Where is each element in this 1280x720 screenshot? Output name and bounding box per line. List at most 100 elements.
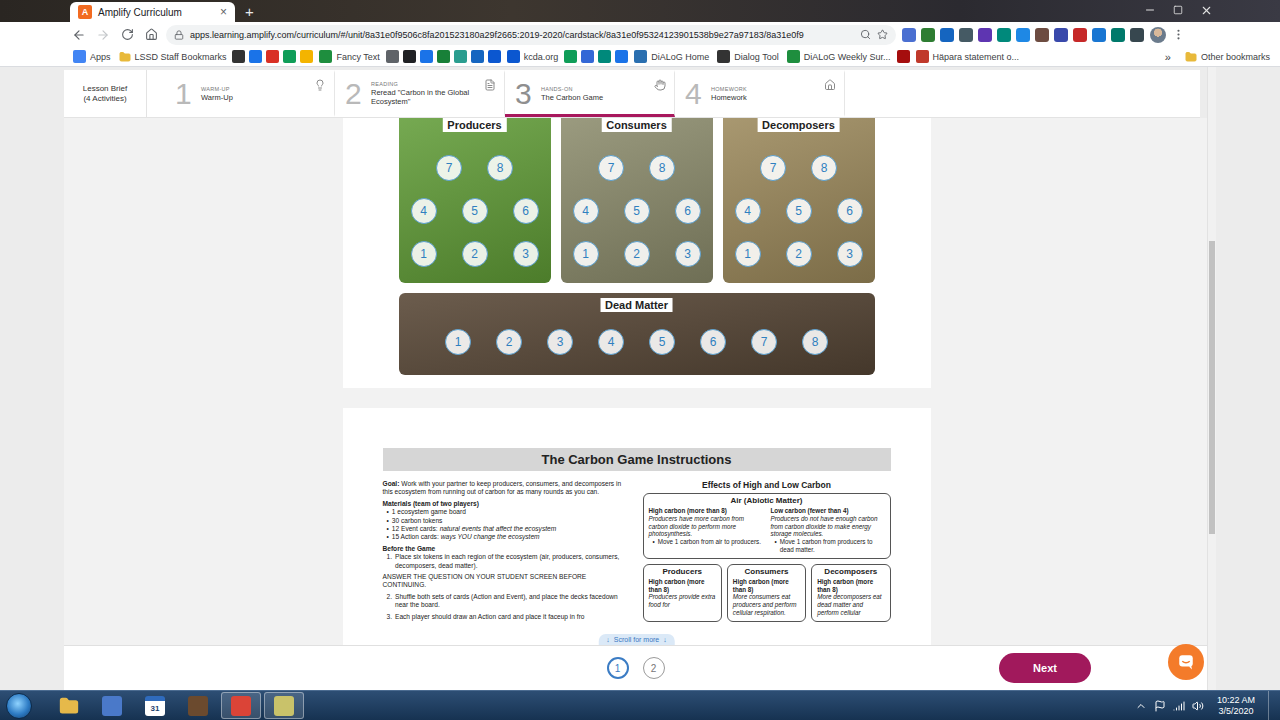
bookmark[interactable] [597,48,612,66]
lesson-step[interactable]: 3HANDS-ONThe Carbon Game [505,70,675,117]
carbon-slot[interactable]: 1 [445,329,471,355]
taskbar-app[interactable] [178,692,218,719]
carbon-slot[interactable]: 2 [624,241,650,267]
carbon-slot[interactable]: 7 [751,329,777,355]
carbon-slot[interactable]: 6 [700,329,726,355]
carbon-slot[interactable]: 5 [786,198,812,224]
carbon-slot[interactable]: 5 [462,198,488,224]
tab-close-button[interactable]: × [220,5,227,19]
extension-icon[interactable] [959,28,973,42]
back-button[interactable] [70,26,88,44]
bookmark[interactable] [385,48,400,66]
extension-icon[interactable] [1111,28,1125,42]
address-bar[interactable]: apps.learning.amplify.com/curriculum/#/u… [166,25,896,45]
scrollbar-thumb[interactable] [1209,241,1215,534]
extension-icon[interactable] [1054,28,1068,42]
carbon-slot[interactable]: 2 [786,241,812,267]
carbon-slot[interactable]: 7 [598,155,624,181]
bookmark[interactable] [487,48,502,66]
carbon-slot[interactable]: 8 [487,155,513,181]
scroll-for-more-hint[interactable]: ↓Scroll for more↓ [598,634,675,645]
lesson-step[interactable]: 4HOMEWORKHomework [675,70,845,117]
bookmark[interactable] [248,48,263,66]
home-button[interactable] [142,26,160,44]
bookmark[interactable]: Dialog Tool [714,48,781,66]
extension-icon[interactable] [940,28,954,42]
chat-button[interactable] [1168,644,1204,680]
carbon-slot[interactable]: 4 [735,198,761,224]
extension-icon[interactable] [921,28,935,42]
extension-icon[interactable] [1016,28,1030,42]
carbon-slot[interactable]: 5 [649,329,675,355]
menu-dots-icon[interactable] [1172,28,1185,41]
bookmark[interactable] [299,48,314,66]
reload-button[interactable] [118,26,136,44]
profile-avatar-icon[interactable] [1150,27,1166,43]
carbon-slot[interactable]: 1 [735,241,761,267]
bookmark[interactable]: DiALoG Weekly Sur... [784,48,894,66]
taskbar-app[interactable] [221,692,261,719]
carbon-slot[interactable]: 3 [547,329,573,355]
carbon-slot[interactable]: 1 [411,241,437,267]
page-scrollbar[interactable] [1207,67,1216,690]
bookmark[interactable]: DiALoG Home [631,48,712,66]
carbon-slot[interactable]: 8 [802,329,828,355]
bookmark[interactable] [614,48,629,66]
bookmark[interactable] [896,48,911,66]
lesson-step[interactable]: 2READINGReread "Carbon in the Global Eco… [335,70,505,117]
taskbar-app[interactable]: 31 [135,692,175,719]
taskbar-app[interactable] [264,692,304,719]
minimize-button[interactable] [1136,0,1164,20]
action-center-flag-icon[interactable] [1154,700,1166,712]
bookmark[interactable] [580,48,595,66]
bookmark[interactable] [282,48,297,66]
bookmark[interactable] [402,48,417,66]
bookmark[interactable] [231,48,246,66]
page-button[interactable]: 2 [643,657,665,679]
extension-icon[interactable] [997,28,1011,42]
extension-icon[interactable] [978,28,992,42]
carbon-slot[interactable]: 7 [760,155,786,181]
carbon-slot[interactable]: 3 [513,241,539,267]
bookmark[interactable]: Fancy Text [316,48,382,66]
bookmark[interactable] [419,48,434,66]
carbon-slot[interactable]: 3 [837,241,863,267]
other-bookmarks[interactable]: Other bookmarks [1185,51,1270,63]
carbon-slot[interactable]: 4 [411,198,437,224]
carbon-slot[interactable]: 6 [837,198,863,224]
carbon-slot[interactable]: 8 [811,155,837,181]
bookmark[interactable] [436,48,451,66]
carbon-slot[interactable]: 6 [513,198,539,224]
carbon-slot[interactable]: 8 [649,155,675,181]
carbon-slot[interactable]: 2 [496,329,522,355]
new-tab-button[interactable]: + [245,3,254,20]
extension-icon[interactable] [1073,28,1087,42]
carbon-slot[interactable]: 4 [573,198,599,224]
lesson-brief[interactable]: Lesson Brief(4 Activities) [64,70,147,117]
page-button[interactable]: 1 [607,657,629,679]
bookmark-star-icon[interactable] [877,29,888,40]
close-window-button[interactable] [1192,0,1220,20]
network-icon[interactable] [1173,700,1185,712]
lesson-step[interactable]: 1WARM-UPWarm-Up [165,70,335,117]
carbon-slot[interactable]: 6 [675,198,701,224]
carbon-slot[interactable]: 5 [624,198,650,224]
bookmark[interactable] [563,48,578,66]
bookmark[interactable] [453,48,468,66]
browser-tab[interactable]: AAmplify Curriculum× [70,2,235,22]
bookmarks-overflow-button[interactable]: » [1165,51,1171,63]
taskbar-app[interactable] [49,692,89,719]
bookmark[interactable]: Apps [70,48,114,66]
extension-icon[interactable] [1035,28,1049,42]
search-icon[interactable] [860,29,871,40]
carbon-slot[interactable]: 2 [462,241,488,267]
start-button[interactable] [6,693,32,719]
forward-button[interactable] [94,26,112,44]
bookmark[interactable] [470,48,485,66]
clock[interactable]: 10:22 AM3/5/2020 [1217,695,1255,717]
tray-expand-icon[interactable] [1135,700,1147,712]
next-button[interactable]: Next [999,653,1091,683]
carbon-slot[interactable]: 4 [598,329,624,355]
bookmark[interactable]: Häpara statement o... [913,48,1023,66]
taskbar-app[interactable] [92,692,132,719]
